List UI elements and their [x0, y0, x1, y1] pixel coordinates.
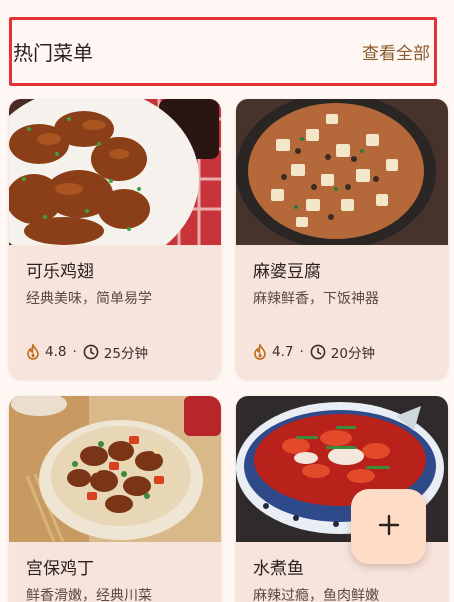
plus-icon [378, 514, 400, 540]
recipe-description: 鲜香滑嫩，经典川菜 [26, 588, 152, 602]
section-title: 热门菜单 [13, 41, 93, 65]
popular-menu-header: 热门菜单 查看全部 [9, 17, 437, 86]
recipe-card[interactable]: 可乐鸡翅 经典美味，简单易学 4.8 · 25分钟 [9, 99, 221, 379]
see-all-link[interactable]: 查看全部 [362, 39, 430, 64]
recipe-rating: 4.8 [45, 344, 67, 360]
recipe-image [9, 99, 221, 245]
recipe-rating: 4.7 [272, 344, 294, 360]
add-recipe-button[interactable] [351, 489, 426, 564]
recipe-meta: 4.7 · 20分钟 [253, 342, 375, 362]
recipe-name: 宫保鸡丁 [26, 559, 94, 579]
recipe-image [236, 99, 448, 245]
recipe-name: 可乐鸡翅 [26, 262, 94, 282]
recipe-home: 热门菜单 查看全部 可乐鸡翅 经典美味，简单易学 4.8 · 25分钟 麻婆豆腐… [0, 0, 454, 602]
recipe-meta: 4.8 · 25分钟 [26, 342, 148, 362]
flame-icon [26, 344, 40, 360]
recipe-description: 麻辣鲜香，下饭神器 [253, 291, 379, 307]
clock-icon [310, 344, 326, 360]
recipe-name: 麻婆豆腐 [253, 262, 321, 282]
meta-separator: · [72, 344, 77, 360]
recipe-time: 25分钟 [103, 346, 148, 362]
recipe-image [9, 396, 221, 542]
recipe-card[interactable]: 麻婆豆腐 麻辣鲜香，下饭神器 4.7 · 20分钟 [236, 99, 448, 379]
recipe-card[interactable]: 宫保鸡丁 鲜香滑嫩，经典川菜 [9, 396, 221, 602]
recipe-description: 麻辣过瘾，鱼肉鲜嫩 [253, 588, 379, 602]
recipe-time: 20分钟 [330, 346, 375, 362]
clock-icon [83, 344, 99, 360]
recipe-description: 经典美味，简单易学 [26, 291, 152, 307]
flame-icon [253, 344, 267, 360]
meta-separator: · [299, 344, 304, 360]
